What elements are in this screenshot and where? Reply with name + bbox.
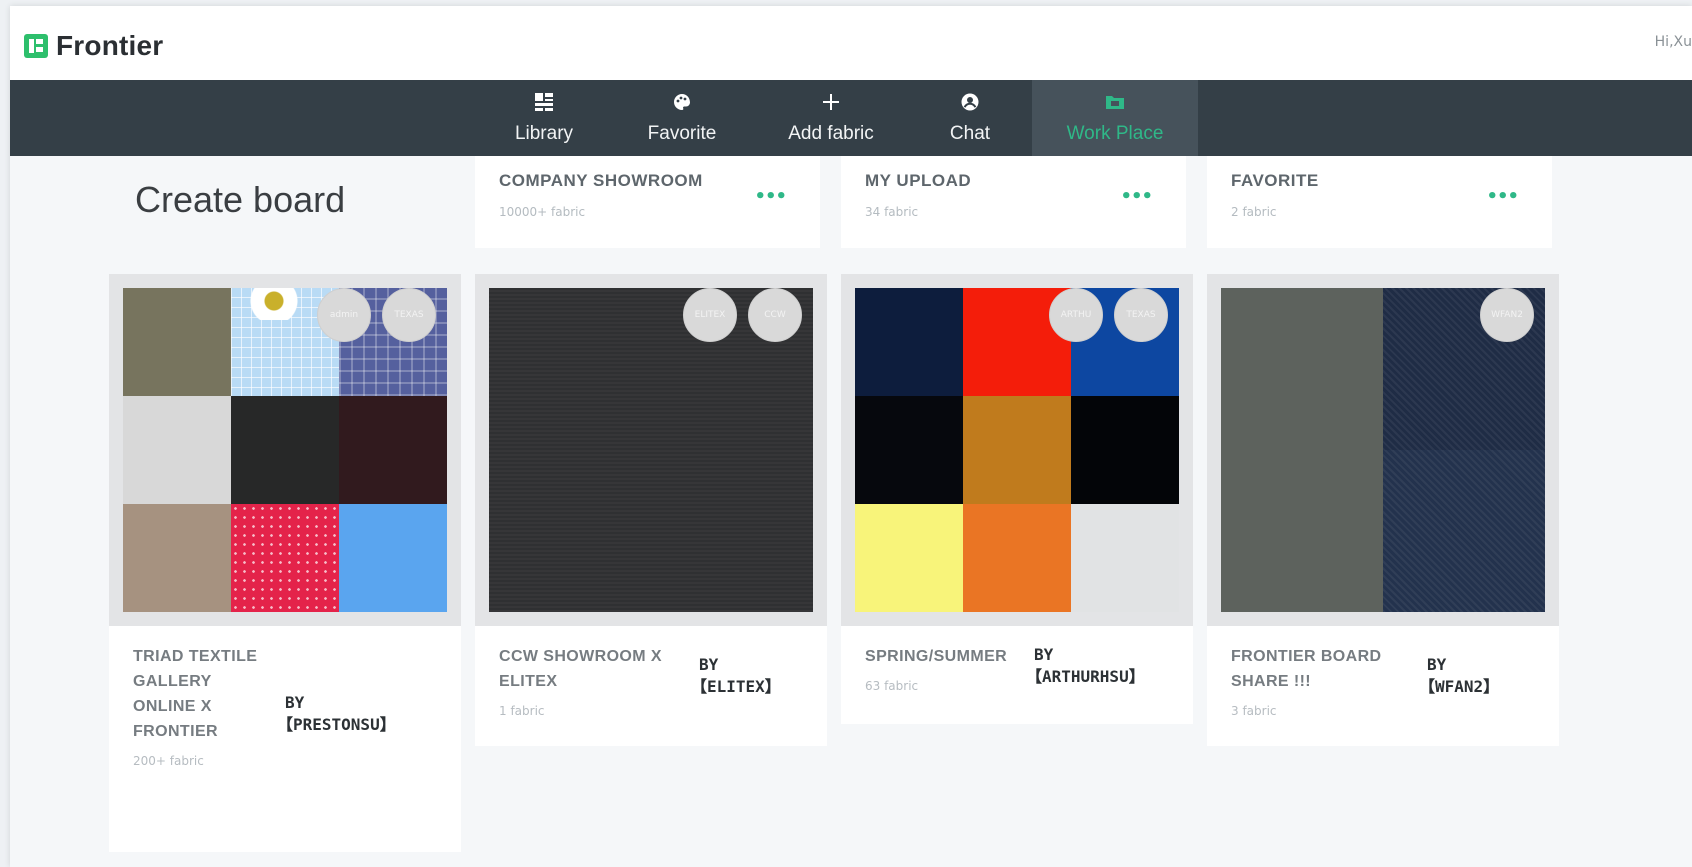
by-label: BY xyxy=(699,655,719,674)
avatar: TEXAS xyxy=(382,288,436,342)
app-window: Frontier Hi,Xu Library Favorite Add fabr… xyxy=(10,6,1692,867)
fabric-swatch xyxy=(963,396,1071,504)
fabric-swatch xyxy=(231,504,339,612)
fabric-swatch xyxy=(1071,396,1179,504)
fabric-swatch xyxy=(123,396,231,504)
palette-icon xyxy=(673,91,691,113)
fabric-swatch xyxy=(1221,288,1383,612)
summary-title: MY UPLOAD xyxy=(865,171,972,190)
board-info: CCW SHOWROOM X ELITEX 1 fabric BY 【ELITE… xyxy=(475,626,827,746)
avatar: CCW xyxy=(748,288,802,342)
create-board-button[interactable]: Create board xyxy=(135,179,345,221)
nav-item-add-fabric[interactable]: Add fabric xyxy=(770,80,892,156)
fabric-swatch xyxy=(231,396,339,504)
board-card-triad-textile[interactable]: admin TEXAS TRIAD TEXTILE GALLERY ONLINE… xyxy=(109,274,461,867)
board-owner: BY 【PRESTONSU】 xyxy=(277,692,396,736)
nav-label-chat: Chat xyxy=(949,123,991,144)
summary-card-favorite[interactable]: FAVORITE 2 fabric ••• xyxy=(1207,156,1552,248)
more-options-button[interactable]: ••• xyxy=(754,186,787,207)
summary-card-my-upload[interactable]: MY UPLOAD 34 fabric ••• xyxy=(841,156,1186,248)
grid-icon xyxy=(535,91,553,113)
fabric-swatch xyxy=(339,396,447,504)
owner-name: 【WFAN2】 xyxy=(1419,677,1500,696)
board-owner: BY 【ELITEX】 xyxy=(691,654,781,698)
board-title-line: GALLERY xyxy=(133,673,212,690)
avatar: ARTHU xyxy=(1049,288,1103,342)
avatar: WFAN2 xyxy=(1480,288,1534,342)
board-info: SPRING/SUMMER 63 fabric BY 【ARTHURHSU】 xyxy=(841,626,1193,724)
owner-name: 【ELITEX】 xyxy=(691,677,781,696)
by-label: BY xyxy=(1034,645,1054,664)
nav-item-library[interactable]: Library xyxy=(490,80,598,156)
more-options-button[interactable]: ••• xyxy=(1120,186,1153,207)
avatar: admin xyxy=(317,288,371,342)
board-fabric-count: 1 fabric xyxy=(499,704,545,718)
board-info: FRONTIER BOARD SHARE !!! 3 fabric BY 【WF… xyxy=(1207,626,1559,746)
board-thumbnail[interactable]: ARTHU TEXAS xyxy=(841,274,1193,626)
fabric-swatch xyxy=(123,288,231,396)
board-thumbnail[interactable]: ELITEX CCW xyxy=(475,274,827,626)
board-owner: BY 【WFAN2】 xyxy=(1419,654,1499,698)
summary-count: 10000+ fabric xyxy=(499,205,586,219)
fabric-swatch xyxy=(963,504,1071,612)
board-info: TRIAD TEXTILE GALLERY ONLINE X FRONTIER … xyxy=(109,626,461,852)
nav-item-chat[interactable]: Chat xyxy=(928,80,1012,156)
board-owner: BY 【ARTHURHSU】 xyxy=(1026,644,1145,688)
by-label: BY xyxy=(285,693,305,712)
logo[interactable]: Frontier xyxy=(24,30,163,62)
nav-label-library: Library xyxy=(514,123,574,144)
logo-text: Frontier xyxy=(56,30,164,61)
fabric-swatch xyxy=(339,504,447,612)
board-fabric-count: 200+ fabric xyxy=(133,754,204,768)
board-title-line: TRIAD TEXTILE xyxy=(133,648,258,665)
owner-name: 【PRESTONSU】 xyxy=(277,715,396,734)
avatar: ELITEX xyxy=(683,288,737,342)
top-bar: Frontier Hi,Xu xyxy=(10,6,1692,86)
nav-label-favorite: Favorite xyxy=(647,123,717,144)
nav-item-work-place[interactable]: Work Place xyxy=(1032,80,1198,156)
nav-label-work-place: Work Place xyxy=(1066,123,1164,144)
user-greeting[interactable]: Hi,Xu xyxy=(1655,34,1692,50)
main-nav: Library Favorite Add fabric Chat Work Pl… xyxy=(10,80,1692,156)
board-card-ccw-showroom[interactable]: ELITEX CCW CCW SHOWROOM X ELITEX 1 fabri… xyxy=(475,274,827,867)
fabric-swatch xyxy=(855,288,963,396)
fabric-swatch xyxy=(1383,450,1545,612)
folder-icon xyxy=(1105,91,1125,113)
logo-icon xyxy=(24,34,48,58)
board-thumbnail[interactable]: admin TEXAS xyxy=(109,274,461,626)
fabric-swatch xyxy=(1071,504,1179,612)
board-card-spring-summer[interactable]: ARTHU TEXAS SPRING/SUMMER 63 fabric BY 【… xyxy=(841,274,1193,867)
board-fabric-count: 3 fabric xyxy=(1231,704,1277,718)
summary-title: COMPANY SHOWROOM xyxy=(499,171,703,190)
workspace-content: Create board COMPANY SHOWROOM 10000+ fab… xyxy=(10,156,1692,867)
more-options-button[interactable]: ••• xyxy=(1486,186,1519,207)
nav-label-add-fabric: Add fabric xyxy=(788,123,874,144)
summary-count: 2 fabric xyxy=(1231,205,1277,219)
summary-card-company-showroom[interactable]: COMPANY SHOWROOM 10000+ fabric ••• xyxy=(475,156,820,248)
summary-title: FAVORITE xyxy=(1231,171,1319,190)
fabric-swatch xyxy=(123,504,231,612)
board-thumbnail[interactable]: WFAN2 xyxy=(1207,274,1559,626)
by-label: BY xyxy=(1427,655,1447,674)
fabric-swatch xyxy=(855,504,963,612)
board-card-frontier-board-share[interactable]: WFAN2 FRONTIER BOARD SHARE !!! 3 fabric … xyxy=(1207,274,1559,867)
owner-name: 【ARTHURHSU】 xyxy=(1026,667,1145,686)
avatar: TEXAS xyxy=(1114,288,1168,342)
fabric-swatch xyxy=(855,396,963,504)
user-circle-icon xyxy=(961,91,979,113)
nav-item-favorite[interactable]: Favorite xyxy=(626,80,738,156)
plus-icon xyxy=(821,91,841,113)
summary-count: 34 fabric xyxy=(865,205,919,219)
